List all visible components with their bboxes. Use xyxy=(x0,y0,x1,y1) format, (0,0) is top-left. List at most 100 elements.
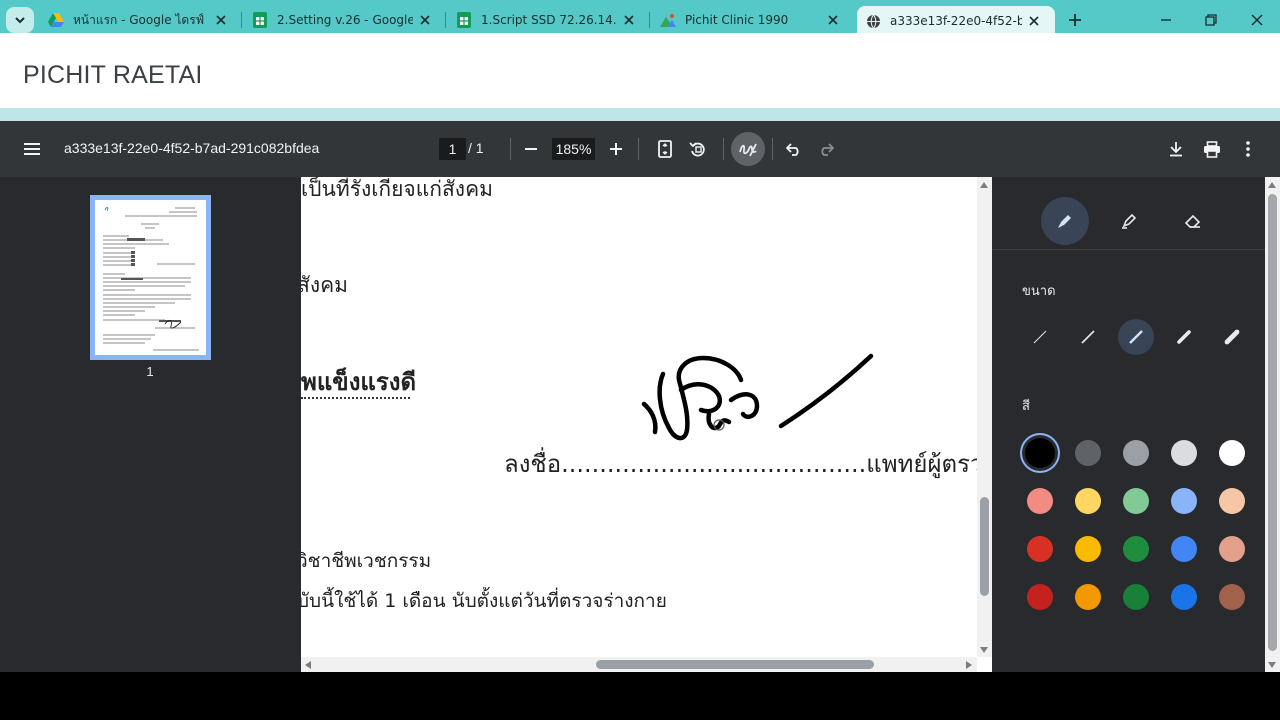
color-swatch[interactable] xyxy=(1171,440,1197,466)
color-swatch[interactable] xyxy=(1075,584,1101,610)
toolbar-divider xyxy=(772,138,773,160)
document-horizontal-scroll-thumb[interactable] xyxy=(596,660,874,669)
toolbar-divider xyxy=(638,138,639,160)
pdf-toolbar: a333e13f-22e0-4f52-b7ad-291c082bfdea 1 /… xyxy=(0,121,1280,177)
document-vertical-scroll-thumb[interactable] xyxy=(980,497,989,596)
color-swatch[interactable] xyxy=(1219,584,1245,610)
close-icon[interactable] xyxy=(825,12,841,28)
zoom-out-button[interactable] xyxy=(519,137,543,161)
pdf-document-viewport[interactable]: เป็นที่รังเกียจแก่สังคม สังคม พแข็งแรงดี… xyxy=(301,177,992,672)
color-swatch[interactable] xyxy=(1171,584,1197,610)
color-swatch[interactable] xyxy=(1123,440,1149,466)
page-number-input[interactable]: 1 xyxy=(439,138,466,160)
color-swatch[interactable] xyxy=(1171,488,1197,514)
tab-google-drive[interactable]: หน้าแรก - Google ไดรฟ์ xyxy=(40,6,237,34)
size-option-2[interactable] xyxy=(1070,319,1106,355)
size-option-3[interactable] xyxy=(1118,319,1154,355)
close-icon[interactable] xyxy=(417,12,433,28)
color-swatch[interactable] xyxy=(1075,440,1101,466)
download-button[interactable] xyxy=(1164,137,1188,161)
tab-separator xyxy=(445,12,446,28)
highlighter-tool-button[interactable] xyxy=(1105,197,1153,245)
color-swatch[interactable] xyxy=(1075,536,1101,562)
close-icon[interactable] xyxy=(213,12,229,28)
size-option-5[interactable] xyxy=(1214,319,1250,355)
rotate-button[interactable] xyxy=(686,137,710,161)
scroll-up-arrow[interactable] xyxy=(979,180,989,190)
google-sites-icon xyxy=(660,12,676,28)
menu-button[interactable] xyxy=(20,137,44,161)
color-swatch[interactable] xyxy=(1123,584,1149,610)
zoom-level-input[interactable]: 185% xyxy=(552,138,595,160)
page-thumbnail[interactable] xyxy=(90,195,211,360)
restore-icon xyxy=(1205,14,1217,26)
color-swatch[interactable] xyxy=(1219,488,1245,514)
fit-to-page-icon xyxy=(658,140,672,158)
document-text-line: เป็นที่รังเกียจแก่สังคม xyxy=(301,177,493,201)
browser-window: หน้าแรก - Google ไดรฟ์ 2.Setting v.26 - … xyxy=(0,0,1280,720)
plus-icon xyxy=(610,143,622,155)
tab-setting-sheet[interactable]: 2.Setting v.26 - Google ชีต xyxy=(244,6,441,34)
size-option-1[interactable] xyxy=(1022,319,1058,355)
color-swatch[interactable] xyxy=(1027,584,1053,610)
print-button[interactable] xyxy=(1200,137,1224,161)
color-swatch[interactable] xyxy=(1027,488,1053,514)
hamburger-menu-icon xyxy=(24,143,40,155)
zoom-in-button[interactable] xyxy=(604,137,628,161)
site-title[interactable]: PICHIT RAETAI xyxy=(23,61,202,90)
minimize-button[interactable] xyxy=(1154,8,1178,32)
tab-title: a333e13f-22e0-4f52-b7ad-291c082bfdea xyxy=(890,14,1022,28)
color-section-label: สี xyxy=(1022,399,1030,414)
undo-button[interactable] xyxy=(782,137,806,161)
pen-tool-button[interactable] xyxy=(1041,197,1089,245)
redo-button[interactable] xyxy=(814,137,838,161)
color-swatch[interactable] xyxy=(1219,440,1245,466)
download-icon xyxy=(1170,142,1182,157)
toolbar-divider xyxy=(723,138,724,160)
close-window-button[interactable] xyxy=(1245,8,1269,32)
eraser-tool-button[interactable] xyxy=(1169,197,1217,245)
panel-scroll-down-arrow[interactable] xyxy=(1267,660,1277,670)
thumbnail-content-preview xyxy=(103,207,199,351)
bottom-black-bar xyxy=(0,672,1280,720)
new-tab-button[interactable] xyxy=(1064,9,1086,31)
thumbnail-page-preview xyxy=(95,200,206,355)
stroke-size-icon xyxy=(1177,330,1191,344)
scroll-down-arrow[interactable] xyxy=(979,645,989,655)
color-swatch[interactable] xyxy=(1219,536,1245,562)
dotted-underline xyxy=(301,397,410,399)
tab-pdf-active[interactable]: a333e13f-22e0-4f52-b7ad-291c082bfdea xyxy=(857,6,1055,36)
size-option-4[interactable] xyxy=(1166,319,1202,355)
scroll-left-arrow[interactable] xyxy=(303,660,313,670)
thumbnail-sidebar: 1 xyxy=(0,177,301,672)
close-icon[interactable] xyxy=(621,12,637,28)
tab-separator xyxy=(649,12,650,28)
minus-icon xyxy=(525,148,537,150)
scroll-right-arrow[interactable] xyxy=(964,660,974,670)
google-drive-icon xyxy=(48,12,64,28)
more-options-button[interactable] xyxy=(1236,137,1260,161)
document-text-line: บับนี้ใช้ได้ 1 เดือน นับตั้งแต่วันที่ตรว… xyxy=(301,590,667,612)
close-icon[interactable] xyxy=(1026,13,1042,29)
panel-scroll-up-arrow[interactable] xyxy=(1267,180,1277,190)
color-swatch[interactable] xyxy=(1025,438,1055,468)
color-swatch[interactable] xyxy=(1123,488,1149,514)
document-text-line: วิชาชีพเวชกรรม xyxy=(301,550,432,572)
site-header: PICHIT RAETAI xyxy=(0,33,1280,108)
plus-icon xyxy=(1069,14,1081,26)
tab-pichit-clinic[interactable]: Pichit Clinic 1990 xyxy=(652,6,849,34)
annotate-button[interactable] xyxy=(731,132,765,166)
color-swatch[interactable] xyxy=(1171,536,1197,562)
print-icon xyxy=(1204,140,1220,158)
document-text-line: สังคม xyxy=(301,273,348,297)
color-swatch[interactable] xyxy=(1027,536,1053,562)
color-swatch[interactable] xyxy=(1075,488,1101,514)
tab-title: 2.Setting v.26 - Google ชีต xyxy=(277,12,413,27)
tab-script-sheet[interactable]: 1.Script SSD 72.26.14.2 new xyxy=(448,6,645,34)
fit-page-button[interactable] xyxy=(653,137,677,161)
color-swatch[interactable] xyxy=(1123,536,1149,562)
page-total: / 1 xyxy=(468,140,484,156)
tab-search-button[interactable] xyxy=(6,7,34,33)
panel-scroll-thumb[interactable] xyxy=(1268,194,1277,651)
restore-button[interactable] xyxy=(1199,8,1223,32)
